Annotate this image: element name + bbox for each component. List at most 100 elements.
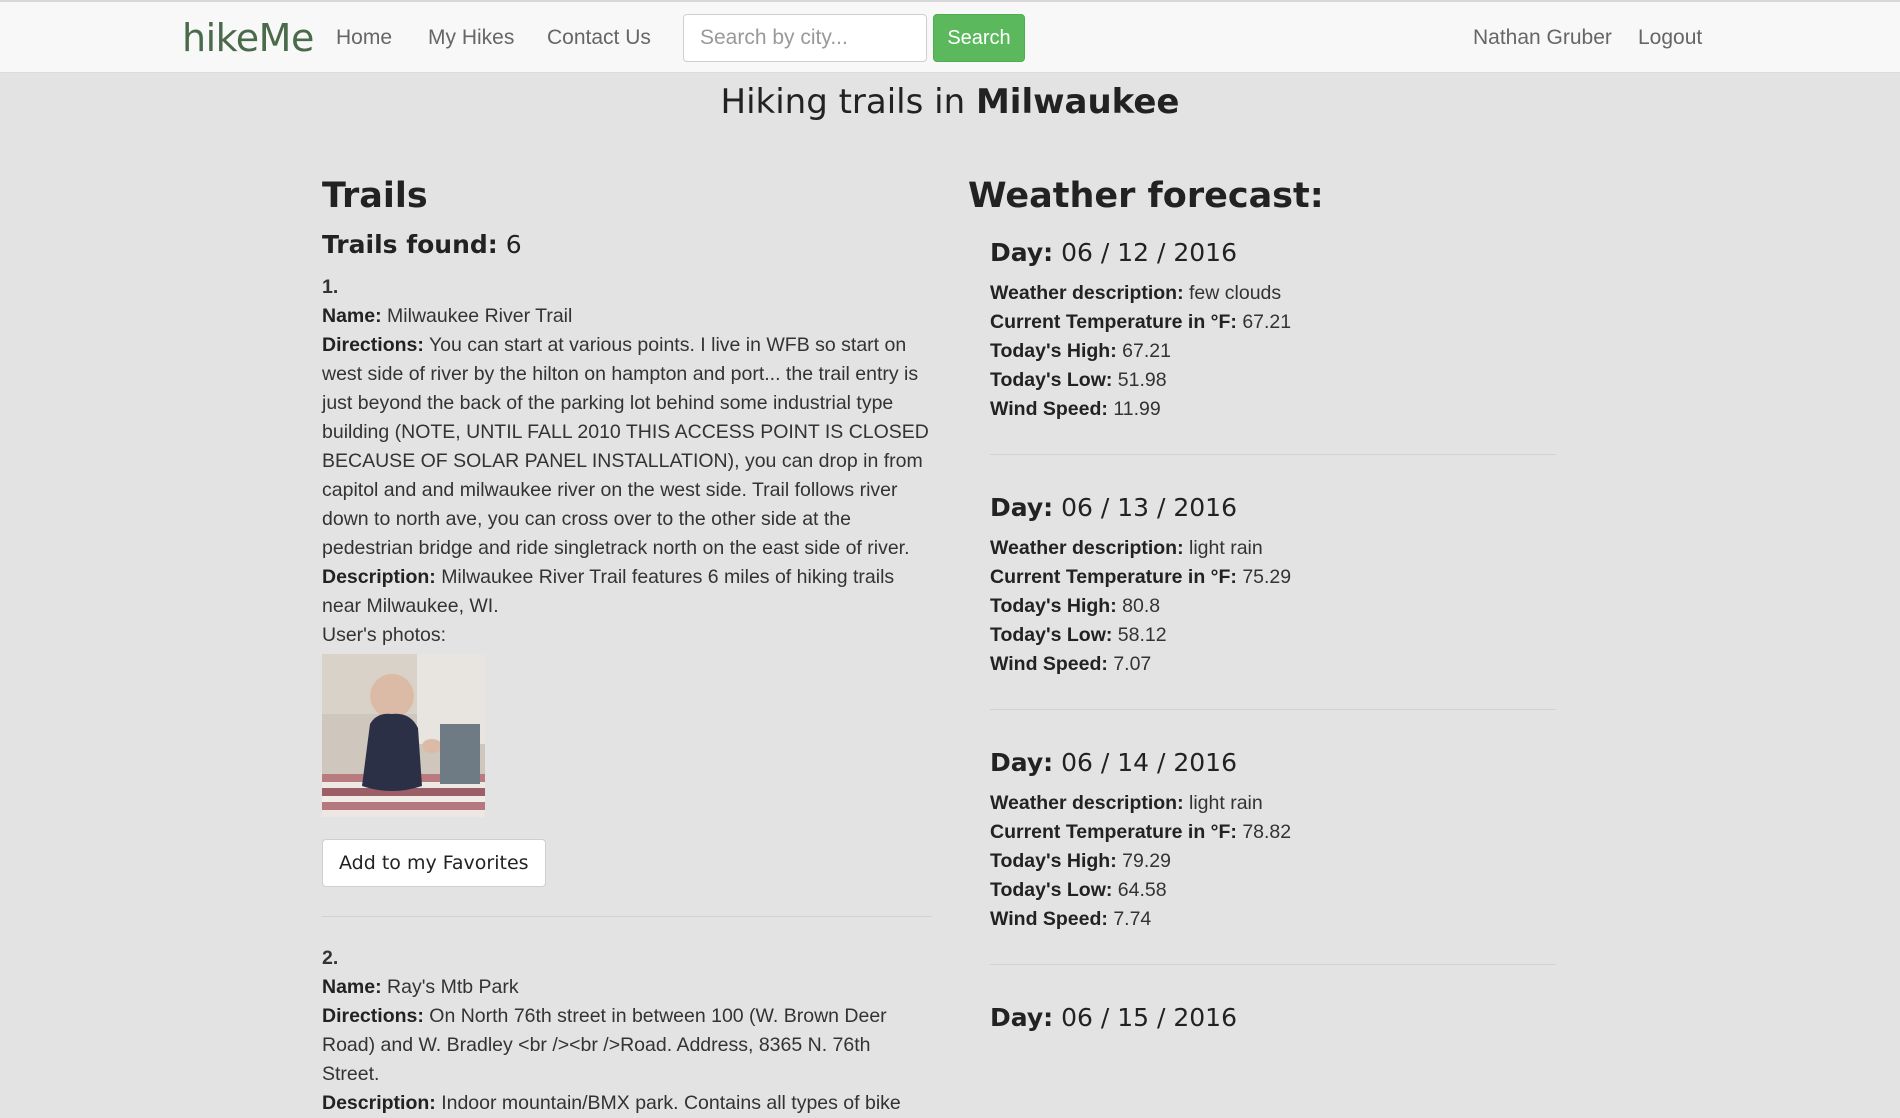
trail-number: 1. [322, 276, 339, 298]
nav-link-contact-us[interactable]: Contact Us [547, 26, 651, 50]
trail-directions: Directions: On North 76th street in betw… [322, 1002, 932, 1089]
todays-high: Today's High: 80.8 [990, 592, 1556, 621]
weather-heading: Weather forecast: [968, 176, 1324, 216]
wind-speed-value: 7.07 [1113, 653, 1152, 675]
trail-description: Description: Milwaukee River Trail featu… [322, 563, 932, 621]
forecast-day-label: Day: [990, 748, 1054, 777]
wind-speed-label: Wind Speed: [990, 653, 1108, 675]
wind-speed-value: 7.74 [1113, 908, 1152, 930]
current-temperature-value: 78.82 [1242, 821, 1292, 843]
forecast-date: Day: 06 / 13 / 2016 [990, 493, 1556, 522]
forecast-date-value: 06 / 12 / 2016 [1061, 238, 1237, 267]
current-temperature: Current Temperature in °F: 67.21 [990, 308, 1556, 337]
trail-name: Name: Milwaukee River Trail [322, 302, 932, 331]
trails-found-label: Trails found: [322, 230, 498, 259]
current-temperature: Current Temperature in °F: 78.82 [990, 818, 1556, 847]
trail-description-label: Description: [322, 566, 436, 588]
search-button[interactable]: Search [933, 14, 1025, 62]
weather-description: Weather description: light rain [990, 534, 1556, 563]
weather-description-value: light rain [1189, 537, 1263, 559]
todays-low-label: Today's Low: [990, 624, 1113, 646]
search-input[interactable] [683, 14, 927, 62]
trail-number: 2. [322, 947, 339, 969]
user-photo[interactable] [322, 654, 485, 817]
weather-description: Weather description: few clouds [990, 279, 1556, 308]
trail-item: 2. Name: Ray's Mtb Park Directions: On N… [322, 944, 932, 1118]
forecast-day-label: Day: [990, 238, 1054, 267]
user-name-link[interactable]: Nathan Gruber [1473, 26, 1612, 50]
todays-low-label: Today's Low: [990, 369, 1113, 391]
trails-heading: Trails [322, 176, 428, 216]
trail-name-value: Milwaukee River Trail [387, 305, 573, 327]
navbar: hikeMe Home My Hikes Contact Us Search N… [0, 0, 1900, 73]
forecast-day: Day: 06 / 14 / 2016 Weather description:… [990, 748, 1556, 965]
todays-low-label: Today's Low: [990, 879, 1113, 901]
forecast-date: Day: 06 / 14 / 2016 [990, 748, 1556, 777]
page-title-city: Milwaukee [975, 82, 1180, 122]
trail-directions-label: Directions: [322, 1005, 424, 1027]
wind-speed-label: Wind Speed: [990, 908, 1108, 930]
trails-found-count: 6 [505, 230, 522, 259]
forecast-date-value: 06 / 15 / 2016 [1061, 1003, 1237, 1032]
wind-speed: Wind Speed: 7.07 [990, 650, 1556, 679]
todays-low-value: 51.98 [1117, 369, 1167, 391]
current-temperature-value: 75.29 [1242, 566, 1292, 588]
forecast-list: Day: 06 / 12 / 2016 Weather description:… [990, 238, 1556, 1032]
weather-description-label: Weather description: [990, 792, 1184, 814]
todays-high-label: Today's High: [990, 595, 1117, 617]
wind-speed-value: 11.99 [1113, 398, 1161, 420]
forecast-divider [990, 964, 1556, 965]
trail-directions: Directions: You can start at various poi… [322, 331, 932, 563]
baby-photo-icon [322, 654, 485, 817]
wind-speed: Wind Speed: 11.99 [990, 395, 1556, 424]
forecast-details: Weather description: light rain Current … [990, 789, 1556, 934]
nav-link-home[interactable]: Home [336, 26, 392, 50]
weather-description: Weather description: light rain [990, 789, 1556, 818]
logout-link[interactable]: Logout [1638, 26, 1702, 50]
weather-description-value: few clouds [1189, 282, 1282, 304]
weather-description-label: Weather description: [990, 282, 1184, 304]
forecast-date: Day: 06 / 15 / 2016 [990, 1003, 1556, 1032]
trails-found: Trails found: 6 [322, 230, 932, 259]
nav-link-my-hikes[interactable]: My Hikes [428, 26, 514, 50]
forecast-divider [990, 709, 1556, 710]
trail-description: Description: Indoor mountain/BMX park. C… [322, 1089, 932, 1118]
weather-description-value: light rain [1189, 792, 1263, 814]
current-temperature-value: 67.21 [1242, 311, 1292, 333]
trail-item: 1. Name: Milwaukee River Trail Direction… [322, 273, 932, 887]
forecast-details: Weather description: few clouds Current … [990, 279, 1556, 424]
weather-column: Weather forecast: Day: 06 / 12 / 2016 We… [968, 176, 1558, 1032]
trail-photos-label: User's photos: [322, 624, 447, 646]
forecast-day-label: Day: [990, 1003, 1054, 1032]
trail-divider [322, 916, 932, 917]
trail-name-label: Name: [322, 305, 382, 327]
todays-low: Today's Low: 64.58 [990, 876, 1556, 905]
forecast-date-value: 06 / 14 / 2016 [1061, 748, 1237, 777]
forecast-date-value: 06 / 13 / 2016 [1061, 493, 1237, 522]
brand-logo[interactable]: hikeMe [182, 16, 314, 60]
current-temperature-label: Current Temperature in °F: [990, 821, 1237, 843]
todays-low-value: 58.12 [1117, 624, 1167, 646]
trail-description-value: Indoor mountain/BMX park. Contains all t… [441, 1092, 901, 1114]
add-to-favorites-button[interactable]: Add to my Favorites [322, 839, 546, 887]
trail-name-value: Ray's Mtb Park [387, 976, 519, 998]
wind-speed: Wind Speed: 7.74 [990, 905, 1556, 934]
todays-high-value: 79.29 [1122, 850, 1171, 872]
forecast-day: Day: 06 / 12 / 2016 Weather description:… [990, 238, 1556, 455]
trail-name: Name: Ray's Mtb Park [322, 973, 932, 1002]
trail-directions-value: You can start at various points. I live … [322, 334, 929, 559]
trail-description-label: Description: [322, 1092, 436, 1114]
current-temperature-label: Current Temperature in °F: [990, 311, 1237, 333]
todays-low: Today's Low: 58.12 [990, 621, 1556, 650]
trails-column: Trails Trails found: 6 1. Name: Milwauke… [322, 176, 932, 1118]
todays-low: Today's Low: 51.98 [990, 366, 1556, 395]
forecast-day: Day: 06 / 13 / 2016 Weather description:… [990, 493, 1556, 710]
todays-high: Today's High: 67.21 [990, 337, 1556, 366]
todays-high-label: Today's High: [990, 340, 1117, 362]
wind-speed-label: Wind Speed: [990, 398, 1108, 420]
forecast-day-label: Day: [990, 493, 1054, 522]
forecast-divider [990, 454, 1556, 455]
page-title-prefix: Hiking trails in [720, 82, 966, 122]
forecast-day: Day: 06 / 15 / 2016 [990, 1003, 1556, 1032]
todays-high-value: 67.21 [1122, 340, 1171, 362]
